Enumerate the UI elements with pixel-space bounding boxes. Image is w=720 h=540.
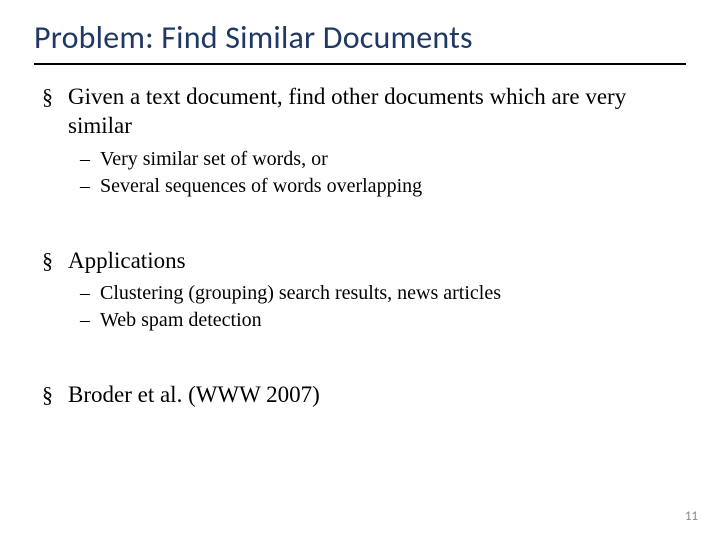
bullet-item: Given a text document, find other docume… [38, 83, 686, 199]
bullet-text: Given a text document, find other docume… [68, 84, 626, 138]
title-divider [34, 63, 686, 65]
sub-bullet-item: Very similar set of words, or [78, 147, 686, 172]
sub-bullet-list: Clustering (grouping) search results, ne… [68, 281, 686, 333]
sub-bullet-item: Web spam detection [78, 308, 686, 333]
bullet-text: Broder et al. (WWW 2007) [68, 382, 320, 407]
slide: Problem: Find Similar Documents Given a … [0, 0, 720, 540]
spacer [38, 205, 686, 241]
bullet-item: Applications Clustering (grouping) searc… [38, 247, 686, 334]
slide-title: Problem: Find Similar Documents [34, 18, 686, 57]
sub-bullet-item: Clustering (grouping) search results, ne… [78, 281, 686, 306]
sub-bullet-list: Very similar set of words, or Several se… [68, 147, 686, 199]
bullet-item: Broder et al. (WWW 2007) [38, 381, 686, 410]
slide-content: Given a text document, find other docume… [34, 83, 686, 410]
sub-bullet-item: Several sequences of words overlapping [78, 174, 686, 199]
page-number: 11 [685, 509, 698, 524]
bullet-text: Applications [68, 248, 186, 273]
spacer [38, 339, 686, 375]
bullet-list: Given a text document, find other docume… [34, 83, 686, 410]
